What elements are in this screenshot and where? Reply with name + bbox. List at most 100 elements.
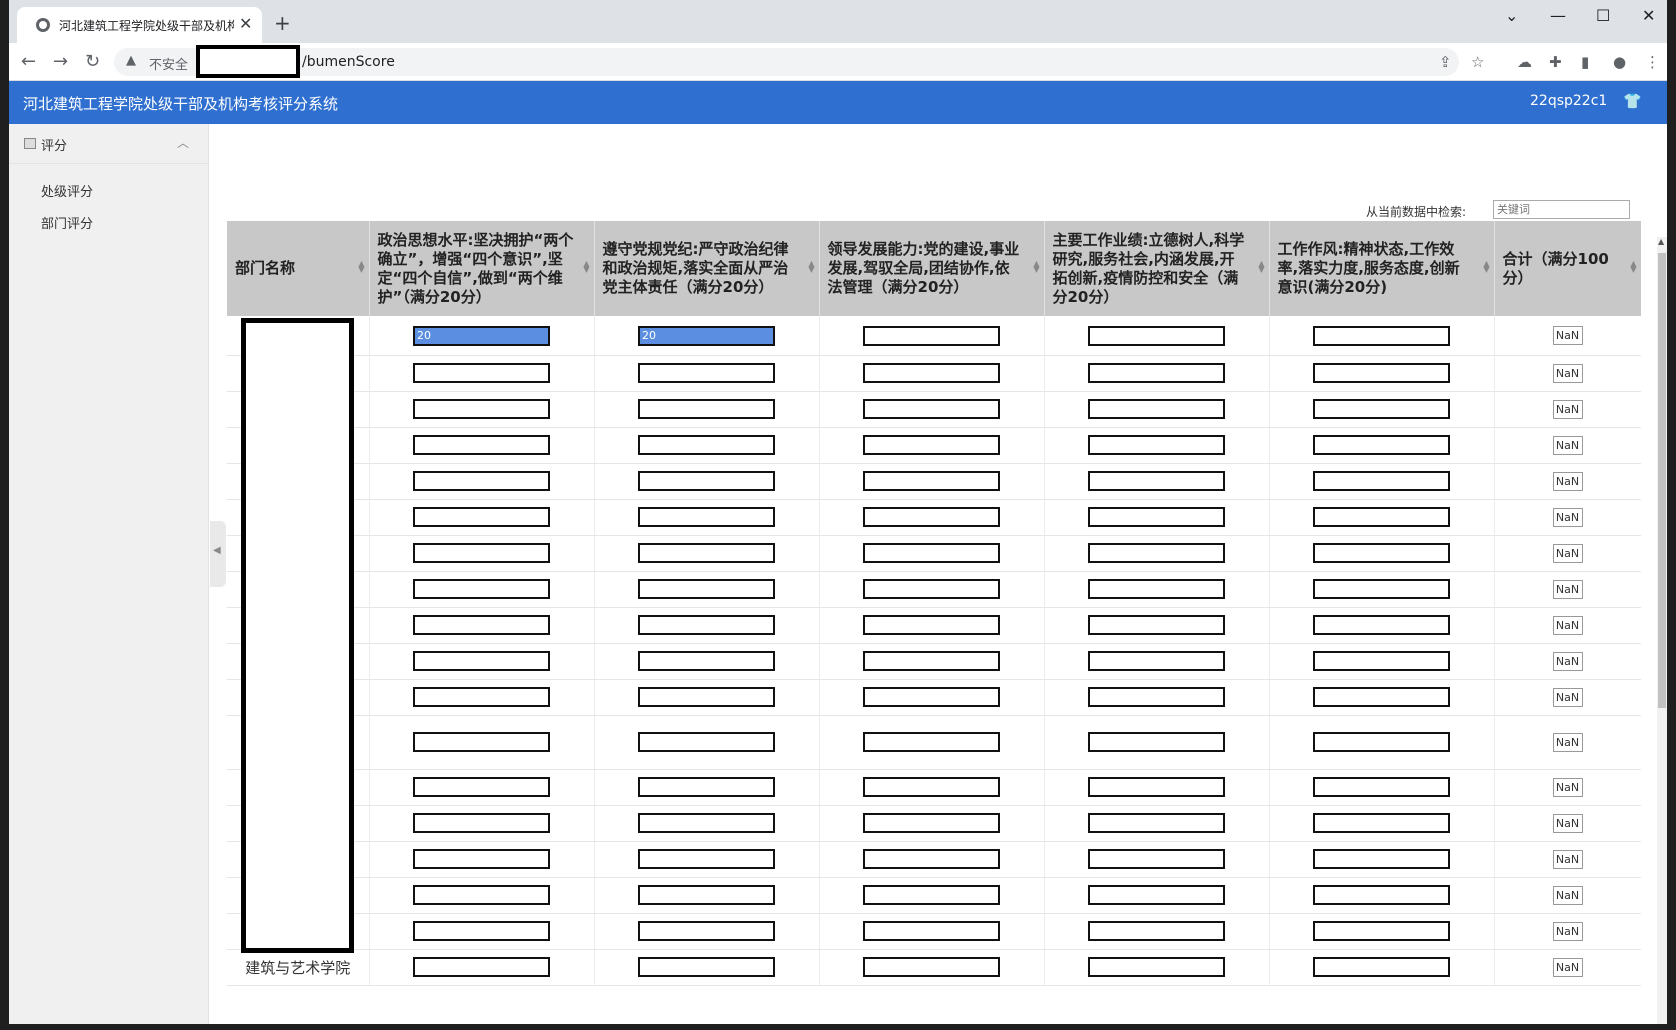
- score-input[interactable]: [638, 363, 775, 384]
- star-icon[interactable]: ☆: [1471, 53, 1484, 71]
- score-input[interactable]: [863, 651, 1000, 672]
- score-input[interactable]: [638, 579, 775, 600]
- minimize-button[interactable]: —: [1550, 6, 1566, 25]
- score-input[interactable]: [638, 325, 775, 346]
- score-input[interactable]: [413, 849, 550, 870]
- scroll-up-icon[interactable]: ▲: [1658, 237, 1664, 246]
- score-input[interactable]: [413, 579, 550, 600]
- score-input[interactable]: [1088, 957, 1225, 978]
- score-input[interactable]: [1313, 363, 1450, 384]
- tab-search-icon[interactable]: ⌄: [1505, 6, 1518, 25]
- score-input[interactable]: [1088, 615, 1225, 636]
- score-input[interactable]: [638, 732, 775, 753]
- score-input[interactable]: [413, 957, 550, 978]
- score-input[interactable]: [413, 507, 550, 528]
- sidebar-group-scoring[interactable]: 评分 ︿: [9, 124, 208, 164]
- column-header[interactable]: 工作作风:精神状态,工作效率,落实力度,服务态度,创新意识(满分20分) ▲ ▼: [1269, 221, 1495, 316]
- sidebar-item-department-scoring[interactable]: 部门评分: [41, 213, 93, 232]
- score-input[interactable]: [863, 732, 1000, 753]
- score-input[interactable]: [413, 651, 550, 672]
- score-input[interactable]: [1088, 687, 1225, 708]
- score-input[interactable]: [1313, 957, 1450, 978]
- score-input[interactable]: [1088, 363, 1225, 384]
- score-input[interactable]: [863, 435, 1000, 456]
- score-input[interactable]: [863, 363, 1000, 384]
- score-input[interactable]: [413, 813, 550, 834]
- score-input[interactable]: [638, 849, 775, 870]
- score-input[interactable]: [1313, 732, 1450, 753]
- sort-icon[interactable]: ▲ ▼: [1630, 260, 1636, 274]
- cloud-icon[interactable]: ☁: [1517, 53, 1532, 71]
- avatar[interactable]: ●: [1613, 53, 1626, 71]
- sort-icon[interactable]: ▲ ▼: [583, 260, 589, 274]
- score-input[interactable]: [1088, 471, 1225, 492]
- sort-icon[interactable]: ▲ ▼: [1258, 260, 1264, 274]
- sidebar-collapse-toggle[interactable]: ◀: [210, 521, 226, 587]
- new-tab-button[interactable]: +: [274, 11, 291, 35]
- score-input[interactable]: [1088, 921, 1225, 942]
- score-input[interactable]: [638, 615, 775, 636]
- forward-icon[interactable]: →: [53, 51, 68, 72]
- score-input[interactable]: [638, 813, 775, 834]
- score-input[interactable]: [1088, 651, 1225, 672]
- score-input[interactable]: [1313, 325, 1450, 346]
- column-header[interactable]: 遵守党规党纪:严守政治纪律和政治规矩,落实全面从严治党主体责任（满分20分） ▲ ▼: [594, 221, 820, 316]
- side-panel-icon[interactable]: ▮: [1581, 53, 1589, 71]
- sort-icon[interactable]: ▲ ▼: [1483, 260, 1489, 274]
- extensions-icon[interactable]: ✚: [1549, 53, 1562, 71]
- score-input[interactable]: [863, 579, 1000, 600]
- score-input[interactable]: [413, 471, 550, 492]
- score-input[interactable]: [1313, 921, 1450, 942]
- score-input[interactable]: [863, 471, 1000, 492]
- score-input[interactable]: [638, 957, 775, 978]
- score-input[interactable]: [413, 325, 550, 346]
- score-input[interactable]: [413, 687, 550, 708]
- sort-icon[interactable]: ▲ ▼: [358, 260, 364, 274]
- reload-icon[interactable]: ↻: [85, 51, 100, 72]
- shirt-icon[interactable]: 👕: [1623, 92, 1642, 110]
- column-header[interactable]: 部门名称 ▲ ▼: [227, 221, 370, 316]
- score-input[interactable]: [1313, 687, 1450, 708]
- score-input[interactable]: [863, 687, 1000, 708]
- score-input[interactable]: [863, 615, 1000, 636]
- score-input[interactable]: [1088, 543, 1225, 564]
- score-input[interactable]: [863, 399, 1000, 420]
- score-input[interactable]: [638, 777, 775, 798]
- score-input[interactable]: [863, 777, 1000, 798]
- score-input[interactable]: [863, 921, 1000, 942]
- score-input[interactable]: [1313, 399, 1450, 420]
- column-header[interactable]: 合计（满分100分） ▲ ▼: [1494, 221, 1641, 316]
- score-input[interactable]: [413, 777, 550, 798]
- score-input[interactable]: [638, 687, 775, 708]
- score-input[interactable]: [1313, 813, 1450, 834]
- score-input[interactable]: [1088, 777, 1225, 798]
- browser-tab[interactable]: 河北建筑工程学院处级干部及机构考核评分系统 ✕: [17, 7, 262, 43]
- score-input[interactable]: [413, 885, 550, 906]
- score-input[interactable]: [1088, 507, 1225, 528]
- column-header[interactable]: 领导发展能力:党的建设,事业发展,驾驭全局,团结协作,依法管理（满分20分） ▲ ▼: [819, 221, 1045, 316]
- score-input[interactable]: [1088, 399, 1225, 420]
- score-input[interactable]: [863, 325, 1000, 346]
- back-icon[interactable]: ←: [21, 51, 36, 72]
- score-input[interactable]: [1088, 885, 1225, 906]
- score-input[interactable]: [1313, 507, 1450, 528]
- score-input[interactable]: [413, 921, 550, 942]
- page-scrollbar[interactable]: ▲: [1657, 237, 1667, 1024]
- score-input[interactable]: [1313, 777, 1450, 798]
- score-input[interactable]: [1088, 435, 1225, 456]
- menu-icon[interactable]: ⋮: [1645, 53, 1660, 71]
- score-input[interactable]: [413, 732, 550, 753]
- score-input[interactable]: [413, 615, 550, 636]
- column-header[interactable]: 政治思想水平:坚决拥护“两个确立”，增强“四个意识”,坚定“四个自信”,做到“两…: [369, 221, 595, 316]
- score-input[interactable]: [638, 885, 775, 906]
- score-input[interactable]: [1088, 813, 1225, 834]
- sort-icon[interactable]: ▲ ▼: [808, 260, 814, 274]
- score-input[interactable]: [863, 543, 1000, 564]
- score-input[interactable]: [1313, 651, 1450, 672]
- close-window-button[interactable]: ✕: [1642, 6, 1655, 25]
- search-input[interactable]: [1493, 200, 1630, 219]
- address-bar[interactable]: ▲ 不安全 /bumenScore: [114, 45, 1459, 78]
- score-input[interactable]: [1313, 435, 1450, 456]
- score-input[interactable]: [863, 813, 1000, 834]
- share-icon[interactable]: ⇪: [1439, 53, 1452, 71]
